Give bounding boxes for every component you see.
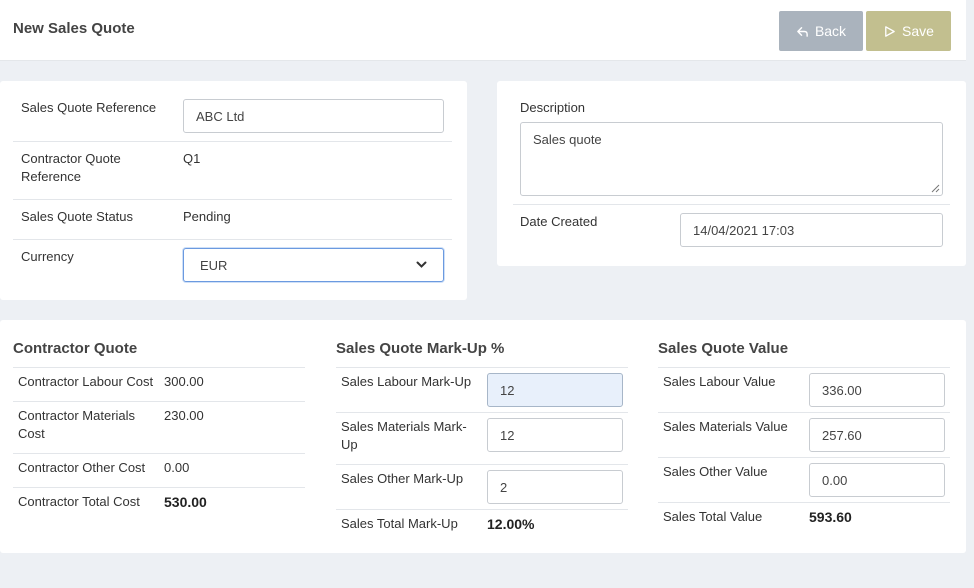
description-text: Sales quote	[533, 132, 602, 147]
currency-label: Currency	[21, 249, 74, 264]
materials-markup-input[interactable]: 12	[487, 418, 623, 452]
currency-value: EUR	[200, 257, 228, 273]
other-markup-label: Sales Other Mark-Up	[341, 471, 464, 486]
currency-select[interactable]: EUR	[183, 248, 444, 282]
divider	[336, 367, 628, 368]
back-button[interactable]: Back	[779, 11, 863, 51]
contractor-labour-label: Contractor Labour Cost	[18, 374, 154, 389]
sales-value-title: Sales Quote Value	[658, 340, 789, 357]
description-card: Description Sales quote Date Created 14/…	[497, 81, 966, 266]
resize-grip-icon[interactable]	[931, 184, 940, 193]
play-icon	[885, 25, 895, 37]
chevron-down-icon	[416, 261, 427, 268]
contractor-other-value: 0.00	[164, 460, 190, 475]
contractor-ref-value: Q1	[183, 151, 201, 166]
page-title: New Sales Quote	[13, 20, 135, 37]
divider	[336, 412, 628, 413]
contractor-total-value: 530.00	[164, 494, 207, 510]
divider	[13, 141, 452, 142]
date-created-label: Date Created	[520, 214, 598, 229]
sales-labour-input[interactable]: 336.00	[809, 373, 945, 407]
contractor-other-label: Contractor Other Cost	[18, 460, 146, 475]
description-textarea[interactable]: Sales quote	[520, 122, 943, 196]
status-label: Sales Quote Status	[21, 209, 134, 224]
costs-card: Contractor Quote Contractor Labour Cost …	[0, 320, 966, 553]
markup-title: Sales Quote Mark-Up %	[336, 340, 505, 357]
reference-input[interactable]: ABC Ltd	[183, 99, 444, 133]
labour-markup-input[interactable]: 12	[487, 373, 623, 407]
sales-other-label: Sales Other Value	[663, 464, 768, 479]
sales-materials-input[interactable]: 257.60	[809, 418, 945, 452]
save-button[interactable]: Save	[866, 11, 951, 51]
sales-labour-label: Sales Labour Value	[663, 374, 776, 389]
contractor-materials-value: 230.00	[164, 408, 204, 423]
other-markup-input[interactable]: 2	[487, 470, 623, 504]
divider	[13, 401, 305, 402]
back-arrow-icon	[797, 26, 808, 37]
sales-total-label: Sales Total Value	[663, 509, 763, 524]
contractor-quote-title: Contractor Quote	[13, 340, 138, 357]
labour-markup-label: Sales Labour Mark-Up	[341, 374, 472, 389]
divider	[513, 204, 950, 205]
divider	[13, 199, 452, 200]
total-markup-value: 12.00%	[487, 516, 535, 532]
description-label: Description	[520, 100, 586, 115]
divider	[13, 487, 305, 488]
sales-total-value: 593.60	[809, 509, 852, 525]
date-created-input[interactable]: 14/04/2021 17:03	[680, 213, 943, 247]
divider	[13, 453, 305, 454]
divider	[13, 239, 452, 240]
page-header: New Sales Quote Back Save	[0, 0, 966, 61]
reference-label: Sales Quote Reference	[21, 100, 157, 115]
divider	[658, 502, 950, 503]
contractor-materials-label: Contractor Materials Cost	[18, 408, 136, 441]
status-value: Pending	[183, 209, 231, 224]
divider	[336, 509, 628, 510]
quote-info-card: Sales Quote Reference ABC Ltd Contractor…	[0, 81, 467, 300]
contractor-labour-value: 300.00	[164, 374, 204, 389]
contractor-total-label: Contractor Total Cost	[18, 494, 140, 509]
divider	[336, 464, 628, 465]
divider	[658, 457, 950, 458]
sales-materials-label: Sales Materials Value	[663, 419, 788, 434]
sales-other-input[interactable]: 0.00	[809, 463, 945, 497]
total-markup-label: Sales Total Mark-Up	[341, 516, 458, 531]
save-button-label: Save	[902, 23, 934, 39]
materials-markup-label: Sales Materials Mark- Up	[341, 419, 467, 452]
divider	[658, 367, 950, 368]
back-button-label: Back	[814, 23, 847, 39]
divider	[658, 412, 950, 413]
divider	[13, 367, 305, 368]
contractor-ref-label: Contractor Quote Reference	[21, 151, 121, 184]
